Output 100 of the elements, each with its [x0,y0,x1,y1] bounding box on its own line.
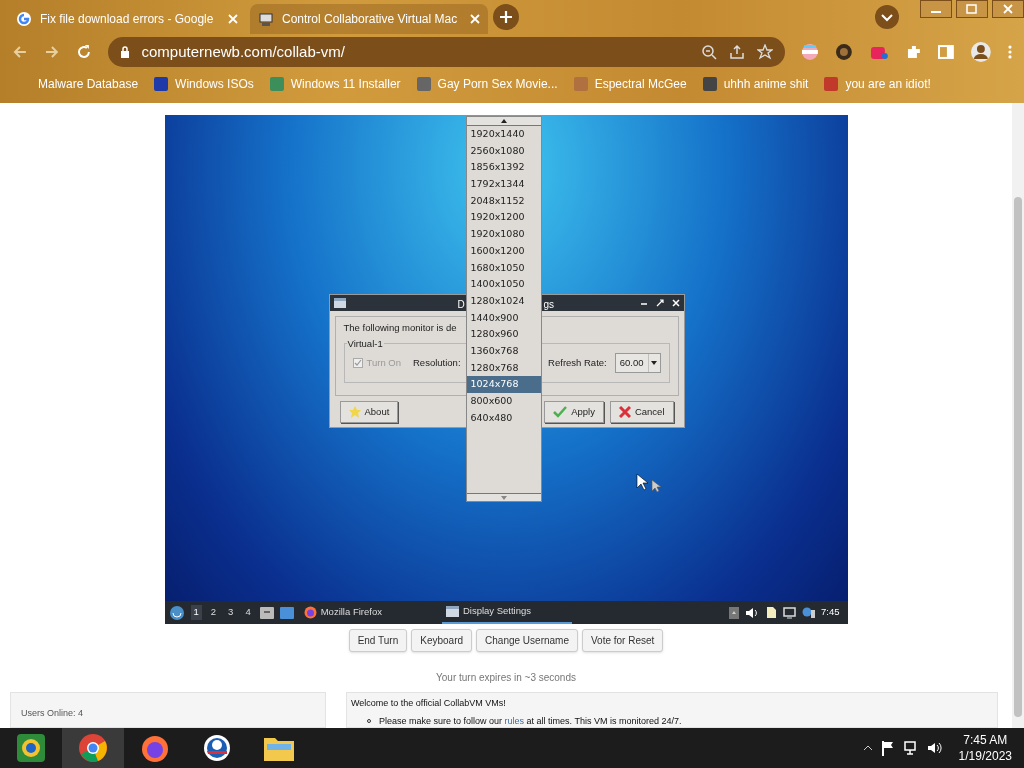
workspace-button[interactable]: 3 [225,605,237,620]
resolution-option[interactable]: 640x480 [466,409,541,427]
zoom-icon[interactable] [701,44,718,60]
apply-button[interactable]: Apply [544,401,604,423]
app-icon [15,732,47,764]
cancel-button[interactable]: Cancel [609,401,674,423]
extension-icon[interactable] [834,43,853,61]
resolution-label: Resolution: [413,356,461,371]
tray-icon[interactable] [729,606,739,619]
tab-title: Control Collaborative Virtual Mac [282,11,459,28]
dialog-title: D [457,298,465,312]
share-icon[interactable] [729,44,746,60]
window-icon [333,298,346,308]
speaker-icon[interactable] [926,740,943,756]
resolution-option[interactable]: 1920x1080 [466,226,541,243]
browser-tab[interactable]: Control Collaborative Virtual Mac [250,4,488,34]
resolution-option[interactable]: 1600x1200 [466,242,541,260]
clipboard-icon[interactable] [765,606,777,619]
control-button[interactable]: Keyboard [411,629,473,652]
checkbox: Turn On [352,356,401,371]
refresh-rate-dropdown[interactable]: 60.00 [614,353,661,374]
reload-icon[interactable] [75,44,92,60]
resolution-option[interactable]: 800x600 [466,393,541,410]
resolution-option[interactable]: 1792x1344 [466,176,541,193]
resolution-option[interactable]: 1280x960 [466,326,541,343]
resolution-option[interactable]: 2048x1152 [466,192,541,210]
workspace-button[interactable]: 1 [190,605,202,620]
address-bar[interactable]: computernewb.com/collab-vm/ [107,37,786,67]
resolution-option[interactable]: 2560x1080 [466,142,541,160]
resolution-list[interactable]: 1920x1440 2560x1080 1856x1392 1792x1344 2048x1152 1920x1200 1920x1080 1600x1200 1680x1050 1400x1050 1280x1024 1440x900 1280x960 1360x768 1280x768 1024x768 800x600 640x480 [465,116,542,502]
resolution-option[interactable]: 1440x900 [466,309,541,327]
computer-icon [258,11,274,27]
desktop-icon[interactable] [279,606,294,619]
flag-icon[interactable] [880,740,895,756]
workspace-button[interactable]: 2 [207,605,220,620]
resolution-option[interactable]: 1280x768 [466,359,541,377]
close-icon[interactable] [992,0,1024,18]
new-tab-button[interactable] [492,3,520,31]
caret-icon [647,354,660,373]
tab-title: Fix file download errors - Google [40,11,215,28]
workspace-button[interactable]: 4 [242,605,254,620]
control-button[interactable]: Change Username [476,629,578,652]
firefox-icon [303,606,317,619]
maximize-icon[interactable] [956,0,988,18]
rules-link[interactable]: rules [504,715,525,726]
about-button[interactable]: About [339,401,399,423]
resolution-option[interactable]: 1920x1440 [466,126,541,143]
resolution-option[interactable]: 1680x1050 [466,259,541,277]
rule-text: Please make sure to follow our rules at all times. This VM is monitored 24/7. [379,714,682,728]
minimize-icon[interactable] [920,0,952,18]
logo-icon [202,733,232,763]
turn-timer-text: Your turn expires in ~3 seconds [436,671,576,685]
taskbar-clock[interactable]: 7:45 AM 1/19/2023 [958,732,1012,764]
lock-icon [119,46,130,58]
checkmark-icon [553,406,568,418]
url-text: computernewb.com/collab-vm/ [141,41,346,62]
menu-icon[interactable] [168,604,185,621]
bookmark-icon [415,76,432,92]
arrow-up-icon [500,119,507,123]
bookmark-icon [153,76,170,92]
star-icon[interactable] [757,44,774,60]
monitor-icon[interactable] [783,606,796,619]
scrollbar[interactable] [1012,103,1024,728]
window-button[interactable]: Mozilla Firefox [299,601,386,624]
network-icon[interactable] [902,740,919,756]
resolution-option[interactable]: 1856x1392 [466,159,541,177]
control-button[interactable]: Vote for Reset [582,629,664,652]
users-online-count: Users Online: 4 [21,708,84,718]
resolution-option[interactable]: 1360x768 [466,342,541,360]
google-icon [16,11,32,27]
speaker-icon[interactable] [745,606,759,619]
resolution-option[interactable]: 1920x1200 [466,209,541,227]
firefox-icon [140,733,170,763]
star-icon [348,406,361,418]
scroll-up-button[interactable] [466,117,541,126]
arrow-down-icon [500,495,507,500]
control-button[interactable]: End Turn [348,629,408,652]
welcome-text: Welcome to the official CollabVM VMs! [351,697,507,710]
window-icon [445,606,459,617]
dialog-title: gs [543,298,555,312]
clock: 7:45 [821,605,840,620]
taskbar-app[interactable] [62,728,124,768]
notification-icon[interactable] [802,606,815,619]
resolution-option[interactable]: 1400x1050 [466,276,541,293]
window-button[interactable]: Display Settings [441,601,572,624]
chevron-down-icon[interactable] [874,4,900,30]
chevron-up-icon[interactable] [862,744,873,752]
scroll-down-button[interactable] [466,493,541,501]
chrome-icon [78,733,108,763]
bookmark-icon [268,76,285,92]
profile-icon[interactable] [970,41,993,63]
resolution-option[interactable]: 1280x1024 [466,292,541,310]
bookmark-icon [572,76,589,92]
message-text: The following monitor is de [343,321,457,335]
cross-icon [618,406,631,418]
checkmark-icon [353,359,362,368]
resolution-option[interactable]: 1024x768 [466,376,541,393]
mouse-cursor-icon [635,473,648,491]
drawer-icon[interactable] [259,606,274,619]
refresh-rate-label: Refresh Rate: [548,356,607,371]
